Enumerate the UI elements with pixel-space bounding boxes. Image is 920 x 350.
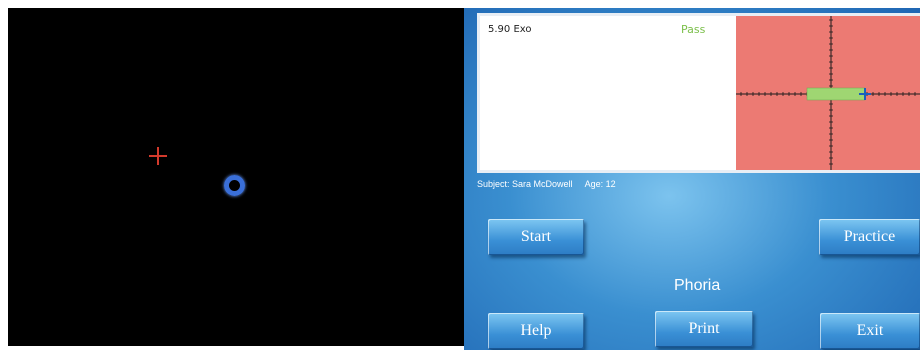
control-panel: 5.90 Exo Pass Subject: Sara McDowell Age…: [464, 8, 920, 350]
subject-info: Subject: Sara McDowell Age: 12: [477, 179, 626, 189]
measurement-value: 5.90 Exo: [488, 24, 532, 35]
result-box: 5.90 Exo Pass: [477, 13, 920, 173]
mode-title: Phoria: [674, 277, 721, 294]
start-button[interactable]: Start: [488, 219, 584, 255]
stimulus-display: [8, 8, 464, 346]
plot-svg: [736, 16, 920, 170]
help-button[interactable]: Help: [488, 313, 584, 349]
red-cross-icon: [149, 147, 167, 165]
app-window: 5.90 Exo Pass Subject: Sara McDowell Age…: [0, 0, 920, 350]
pass-band: [806, 87, 866, 101]
exit-button[interactable]: Exit: [820, 313, 920, 349]
subject-name: Subject: Sara McDowell: [477, 179, 573, 189]
blue-ring-icon: [224, 175, 245, 196]
status-label: Pass: [681, 23, 706, 36]
result-text-area: 5.90 Exo Pass: [480, 16, 736, 170]
practice-button[interactable]: Practice: [819, 219, 920, 255]
print-button[interactable]: Print: [655, 311, 753, 347]
result-plot: [736, 16, 920, 170]
subject-age: Age: 12: [584, 179, 616, 189]
